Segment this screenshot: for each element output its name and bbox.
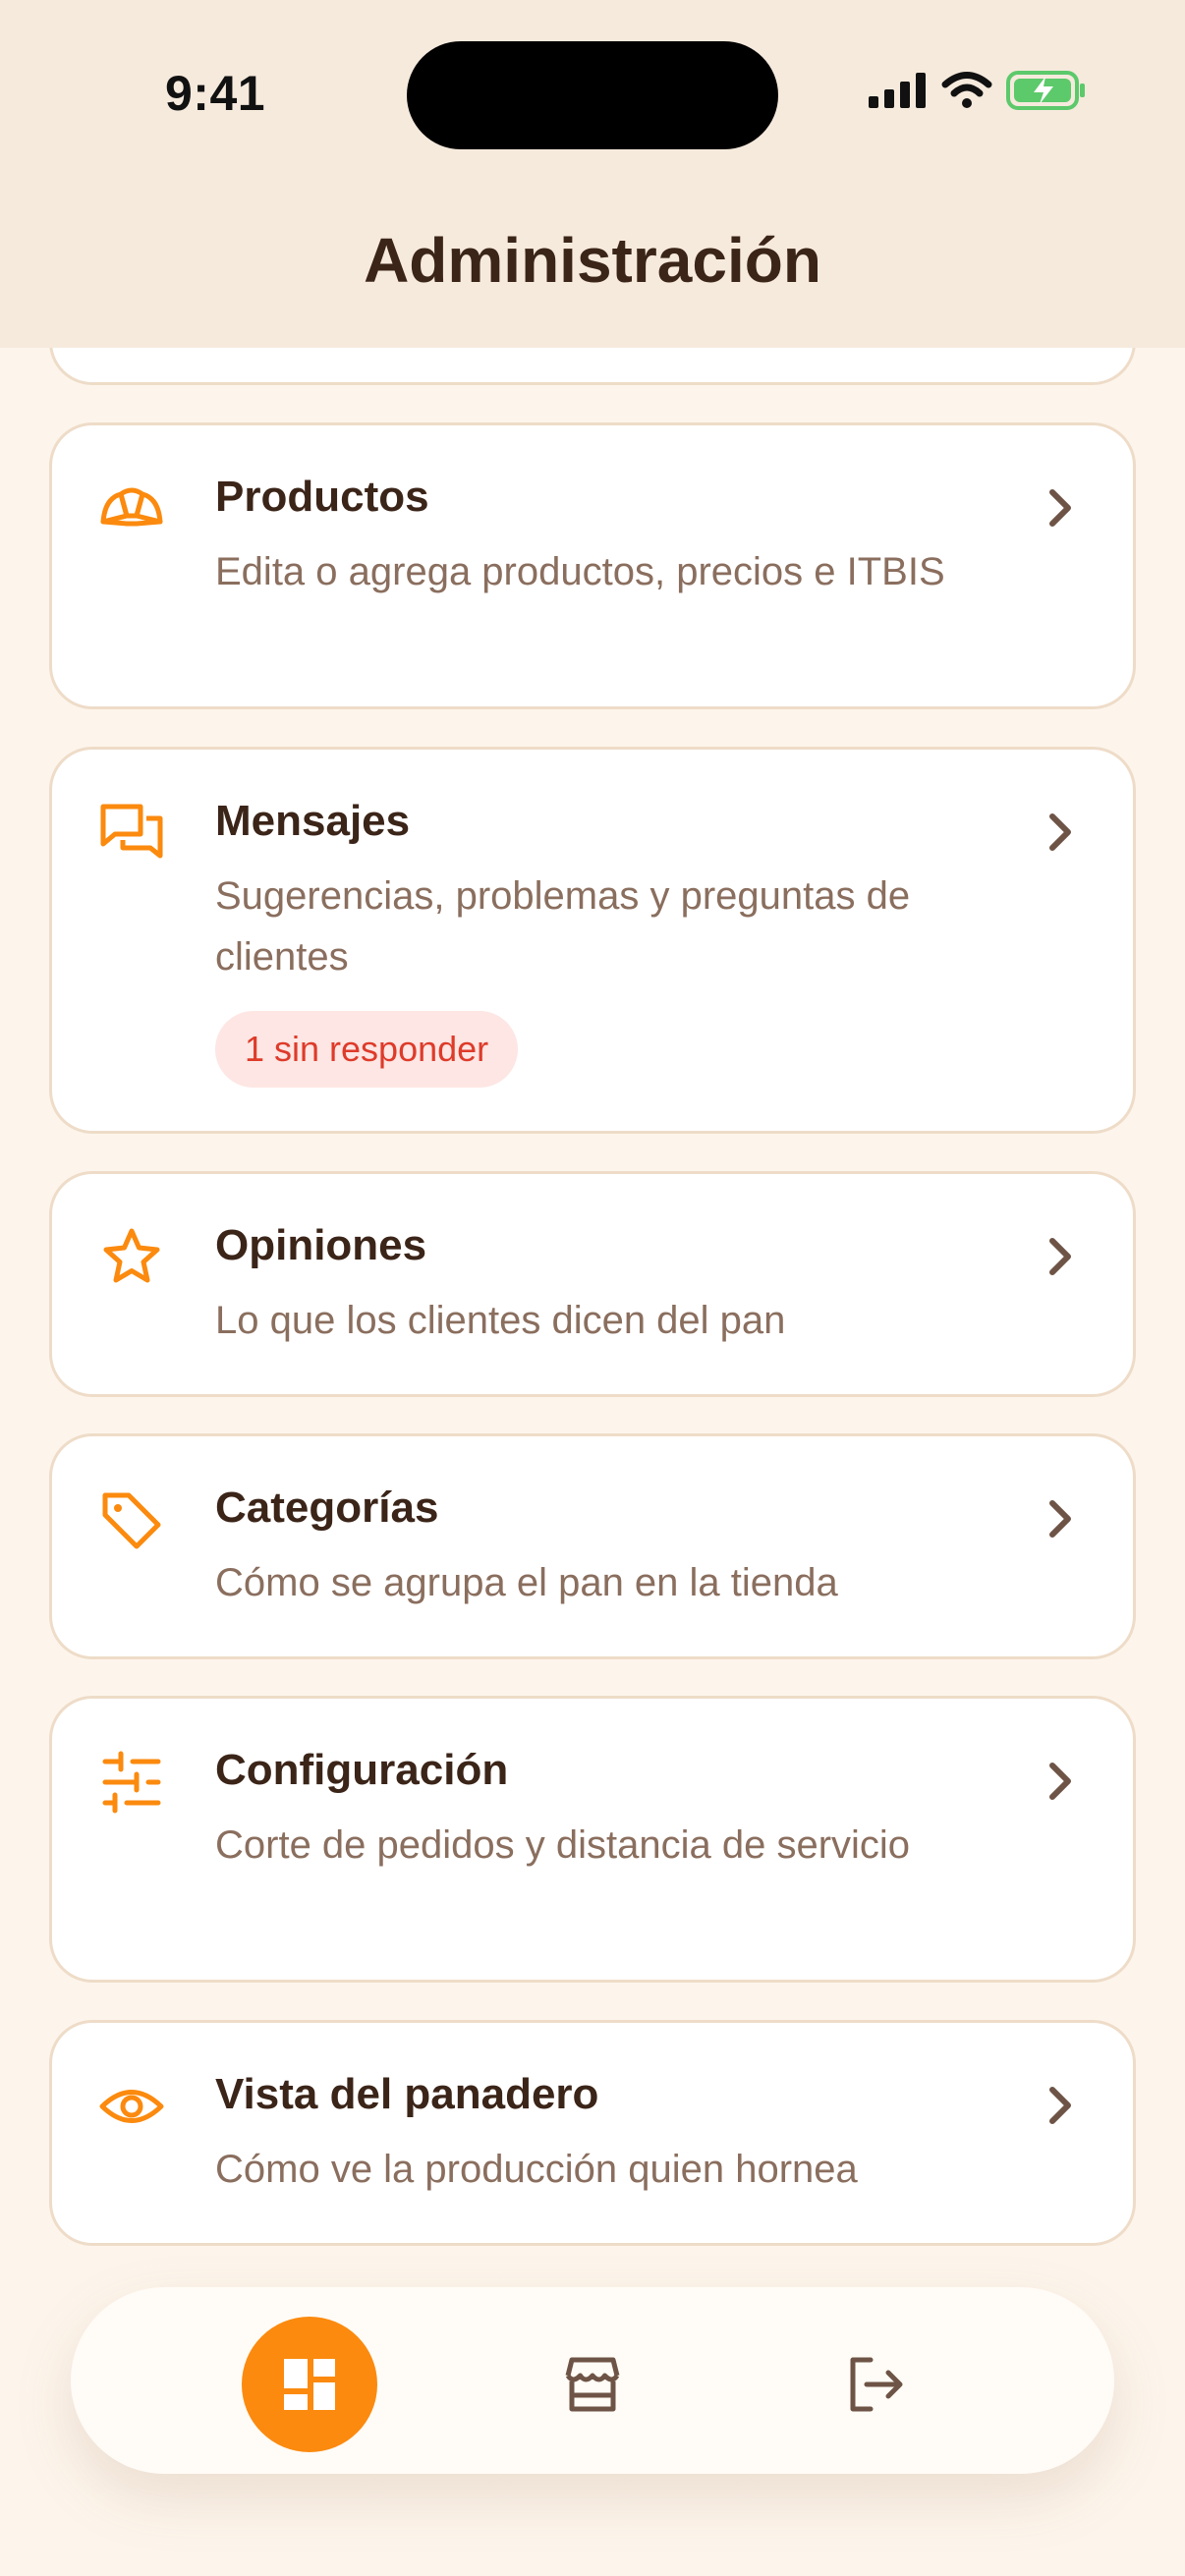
menu-item-description: Corte de pedidos y distancia de servicio [215, 1823, 911, 1867]
menu-item-vista-panadero[interactable]: Vista del panadero Cómo ve la producción… [49, 2020, 1136, 2246]
wifi-icon [941, 72, 992, 108]
dynamic-island [407, 41, 778, 149]
store-icon [565, 2357, 620, 2412]
menu-item-title: Vista del panadero [215, 2070, 599, 2118]
croissant-icon [100, 487, 163, 527]
menu-item-title: Opiniones [215, 1221, 427, 1269]
bottom-nav [71, 2287, 1114, 2474]
status-icons [869, 71, 1087, 110]
chevron-right-icon [1049, 1500, 1071, 1538]
chevron-right-icon [1049, 2087, 1071, 2124]
page-title: Administración [364, 225, 821, 296]
menu-item-description: Lo que los clientes dicen del pan [215, 1299, 786, 1342]
battery-charging-icon [1006, 71, 1085, 110]
menu-item-description: Cómo ve la producción quien hornea [215, 2148, 858, 2191]
status-time: 9:41 [165, 66, 266, 121]
menu-item-configuracion[interactable]: Configuración Corte de pedidos y distanc… [49, 1696, 1136, 1983]
chevron-right-icon [1049, 813, 1071, 851]
dashboard-icon [284, 2359, 335, 2410]
chevron-right-icon [1049, 1238, 1071, 1275]
menu-item-categorias[interactable]: Categorías Cómo se agrupa el pan en la t… [49, 1433, 1136, 1659]
sliders-icon [102, 1751, 161, 1814]
menu-item-description: Sugerencias, problemas y preguntas de cl… [215, 874, 911, 979]
eye-icon [99, 2090, 164, 2123]
menu-item-title: Productos [215, 473, 429, 521]
chevron-right-icon [1049, 1763, 1071, 1800]
menu-item-title: Mensajes [215, 797, 411, 845]
menu-item-description: Edita o agrega productos, precios e ITBI… [215, 550, 945, 593]
menu-item-title: Configuración [215, 1746, 509, 1794]
nav-dashboard-button[interactable] [242, 2317, 377, 2452]
app-header: 9:41 Administración [0, 0, 1185, 348]
signal-icon [869, 73, 926, 108]
nav-logout-button[interactable] [808, 2317, 943, 2452]
logout-icon [850, 2357, 903, 2412]
menu-item-description: Cómo se agrupa el pan en la tienda [215, 1561, 838, 1604]
menu-item-mensajes[interactable]: Mensajes Sugerencias, problemas y pregun… [49, 747, 1136, 1134]
menu-item-opiniones[interactable]: Opiniones Lo que los clientes dicen del … [49, 1171, 1136, 1397]
tag-icon [102, 1492, 161, 1549]
menu-item-productos[interactable]: Productos Edita o agrega productos, prec… [49, 422, 1136, 709]
star-icon [103, 1228, 160, 1283]
chevron-right-icon [1049, 489, 1071, 527]
chat-bubbles-icon [100, 804, 163, 859]
menu-item-title: Categorías [215, 1484, 439, 1532]
unanswered-badge: 1 sin responder [215, 1011, 519, 1088]
nav-store-button[interactable] [525, 2317, 660, 2452]
